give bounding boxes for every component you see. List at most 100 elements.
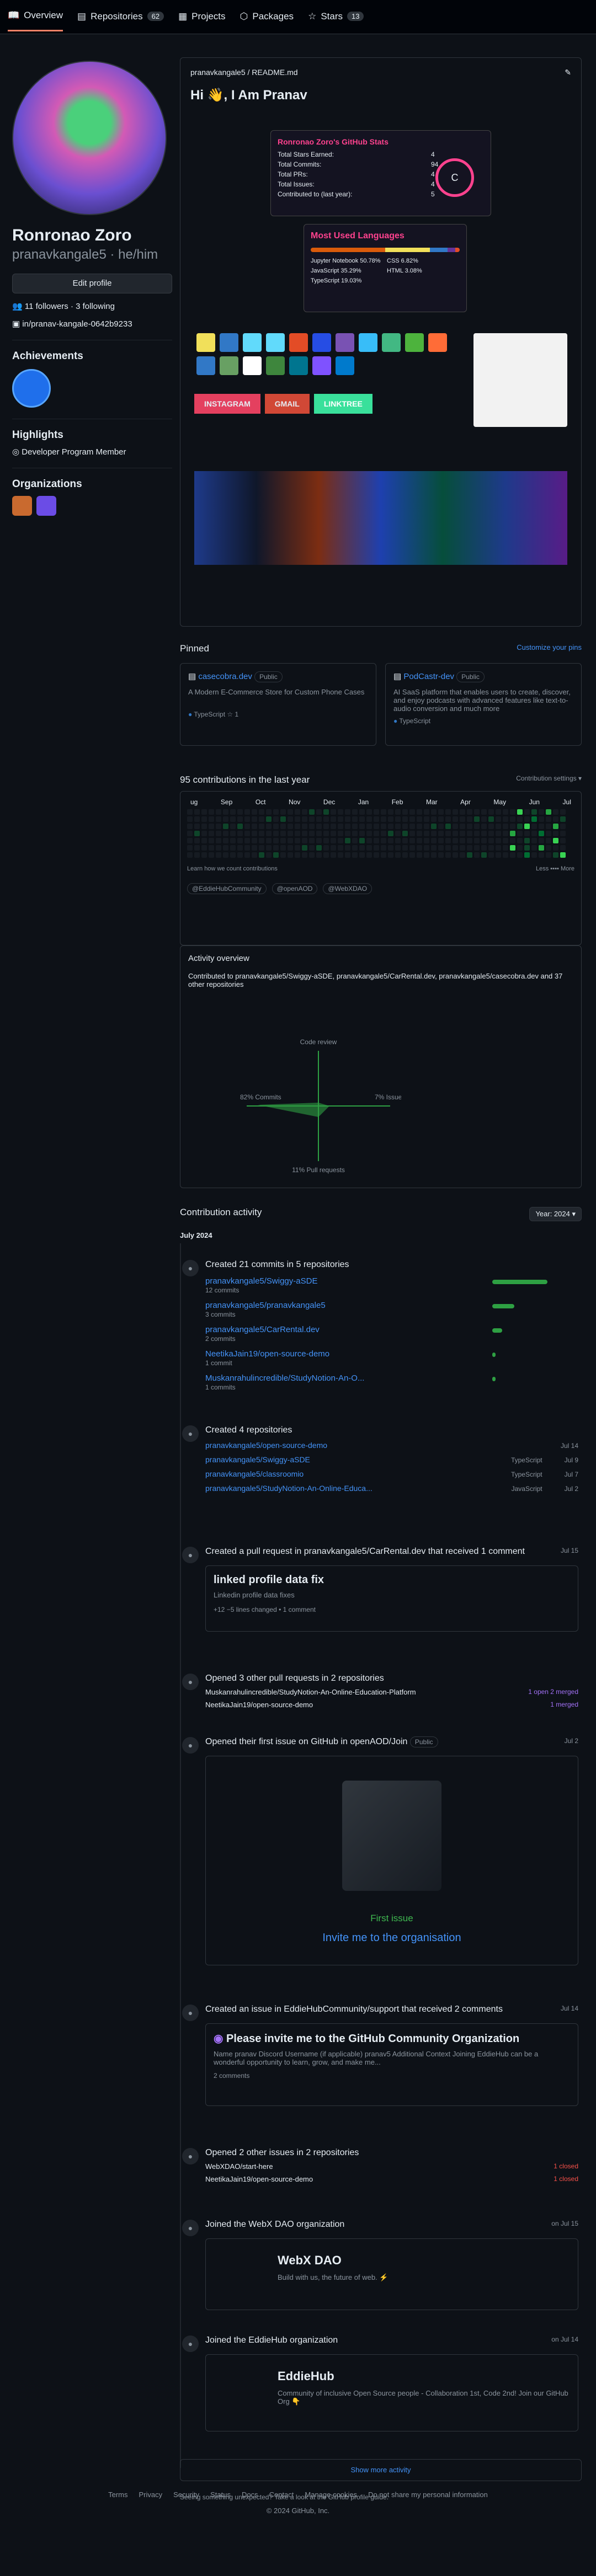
contribution-day[interactable] [517,809,523,815]
contribution-day[interactable] [244,824,250,829]
contribution-day[interactable] [280,852,286,858]
contribution-day[interactable] [417,831,422,836]
contribution-day[interactable] [503,831,508,836]
contribution-day[interactable] [187,831,193,836]
contribution-day[interactable] [539,831,544,836]
contribution-day[interactable] [431,831,437,836]
contribution-day[interactable] [431,824,437,829]
contribution-day[interactable] [230,845,236,851]
contribution-day[interactable] [510,816,515,822]
contribution-day[interactable] [187,845,193,851]
contribution-day[interactable] [539,824,544,829]
contribution-day[interactable] [496,824,501,829]
org-card[interactable]: WebX DAO Build with us, the future of web… [205,2238,578,2310]
contribution-day[interactable] [546,809,551,815]
contribution-day[interactable] [402,816,408,822]
contribution-day[interactable] [488,845,494,851]
tab-overview[interactable]: 📖 Overview [8,10,63,31]
org-filter-button[interactable]: @WebXDAO [323,883,372,894]
contribution-day[interactable] [201,824,207,829]
contribution-day[interactable] [488,852,494,858]
contribution-day[interactable] [209,852,214,858]
contribution-day[interactable] [216,845,221,851]
tab-repositories[interactable]: ▤ Repositories 62 [77,10,164,31]
contribution-day[interactable] [560,852,566,858]
contribution-day[interactable] [510,852,515,858]
contribution-day[interactable] [374,809,379,815]
contribution-day[interactable] [409,809,415,815]
contribution-day[interactable] [187,809,193,815]
contribution-day[interactable] [488,831,494,836]
contribution-day[interactable] [295,816,300,822]
contribution-day[interactable] [374,838,379,843]
contribution-day[interactable] [488,838,494,843]
contribution-day[interactable] [438,845,444,851]
contribution-day[interactable] [216,831,221,836]
contribution-day[interactable] [288,831,293,836]
contribution-day[interactable] [259,838,264,843]
contribution-day[interactable] [409,845,415,851]
contribution-day[interactable] [488,824,494,829]
contribution-day[interactable] [402,824,408,829]
contribution-day[interactable] [388,809,393,815]
contribution-day[interactable] [474,838,480,843]
contribution-day[interactable] [295,845,300,851]
contribution-day[interactable] [345,831,350,836]
contribution-day[interactable] [187,824,193,829]
contribution-day[interactable] [381,831,386,836]
contribution-day[interactable] [467,845,472,851]
contribution-day[interactable] [553,845,558,851]
contribution-day[interactable] [395,809,401,815]
contribution-day[interactable] [266,816,272,822]
contribution-day[interactable] [280,816,286,822]
contribution-day[interactable] [438,816,444,822]
contribution-day[interactable] [273,852,279,858]
footer-link[interactable]: Terms [108,2491,127,2499]
contribution-day[interactable] [345,824,350,829]
contribution-day[interactable] [510,809,515,815]
contribution-day[interactable] [524,831,530,836]
contribution-day[interactable] [381,809,386,815]
contribution-day[interactable] [374,824,379,829]
contribution-day[interactable] [223,838,228,843]
contribution-day[interactable] [280,838,286,843]
contribution-day[interactable] [402,838,408,843]
contribution-day[interactable] [223,809,228,815]
contribution-day[interactable] [302,816,307,822]
contribution-day[interactable] [244,809,250,815]
contribution-day[interactable] [417,824,422,829]
contribution-day[interactable] [223,852,228,858]
contribution-day[interactable] [259,852,264,858]
contribution-day[interactable] [345,845,350,851]
repo-link[interactable]: Muskanrahulincredible/StudyNotion-An-O..… [205,1373,364,1383]
contribution-day[interactable] [517,852,523,858]
contribution-day[interactable] [460,852,465,858]
contribution-day[interactable] [323,852,329,858]
contribution-day[interactable] [438,852,444,858]
contribution-day[interactable] [309,845,315,851]
contribution-day[interactable] [381,845,386,851]
contribution-day[interactable] [460,816,465,822]
contribution-day[interactable] [560,845,566,851]
contribution-day[interactable] [352,831,358,836]
contribution-day[interactable] [201,809,207,815]
contribution-day[interactable] [395,852,401,858]
contribution-day[interactable] [474,824,480,829]
contribution-day[interactable] [366,809,372,815]
contribution-day[interactable] [345,809,350,815]
contribution-day[interactable] [273,831,279,836]
contribution-day[interactable] [510,838,515,843]
contribution-day[interactable] [230,838,236,843]
contribution-day[interactable] [273,824,279,829]
contribution-day[interactable] [374,852,379,858]
contribution-day[interactable] [295,852,300,858]
contribution-day[interactable] [524,852,530,858]
contribution-day[interactable] [266,824,272,829]
contribution-day[interactable] [338,831,343,836]
contribution-day[interactable] [467,824,472,829]
footer-link[interactable]: Docs [242,2491,258,2499]
contribution-day[interactable] [510,831,515,836]
contribution-day[interactable] [524,845,530,851]
repo-link[interactable]: pranavkangale5/open-source-demo [205,1441,327,1450]
contribution-day[interactable] [288,845,293,851]
